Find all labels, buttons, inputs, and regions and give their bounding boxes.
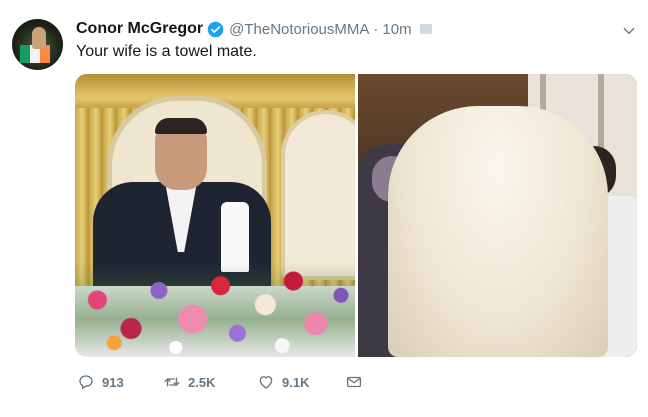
avatar-figure bbox=[32, 27, 46, 49]
photo-right[interactable] bbox=[358, 74, 637, 357]
avatar-flag-green bbox=[20, 45, 30, 63]
reply-button[interactable]: 913 bbox=[77, 372, 124, 392]
display-name[interactable]: Conor McGregor bbox=[76, 20, 203, 38]
avatar[interactable] bbox=[12, 19, 63, 70]
photo-hair bbox=[155, 118, 207, 134]
heart-icon bbox=[259, 376, 273, 389]
photo-left[interactable] bbox=[75, 74, 355, 357]
reply-icon bbox=[79, 375, 93, 390]
chevron-down-icon[interactable] bbox=[622, 24, 636, 38]
tweet-text: Your wife is a towel mate. bbox=[76, 43, 257, 60]
translate-icon bbox=[419, 24, 432, 34]
photo-veil bbox=[388, 106, 608, 357]
retweet-count: 2.5K bbox=[188, 374, 216, 390]
user-handle[interactable]: @TheNotoriousMMA bbox=[229, 21, 369, 38]
verified-badge-icon bbox=[207, 21, 224, 38]
media-grid bbox=[75, 74, 637, 357]
like-button[interactable]: 9.1K bbox=[257, 372, 309, 392]
tweet[interactable]: Conor McGregor @TheNotoriousMMA · 10m Yo… bbox=[0, 0, 648, 417]
direct-message-button[interactable] bbox=[345, 372, 363, 392]
retweet-icon bbox=[164, 377, 180, 387]
like-count: 9.1K bbox=[282, 374, 310, 390]
separator-dot: · bbox=[373, 20, 379, 38]
timestamp[interactable]: 10m bbox=[382, 21, 411, 38]
photo-chair-2 bbox=[281, 110, 355, 280]
tweet-actions: 913 2.5K 9.1K bbox=[77, 372, 377, 392]
reply-count: 913 bbox=[102, 374, 124, 390]
envelope-icon bbox=[346, 376, 362, 388]
retweet-button[interactable]: 2.5K bbox=[163, 372, 215, 392]
tweet-header: Conor McGregor @TheNotoriousMMA · 10m bbox=[76, 19, 432, 39]
photo-flowers bbox=[75, 262, 355, 357]
